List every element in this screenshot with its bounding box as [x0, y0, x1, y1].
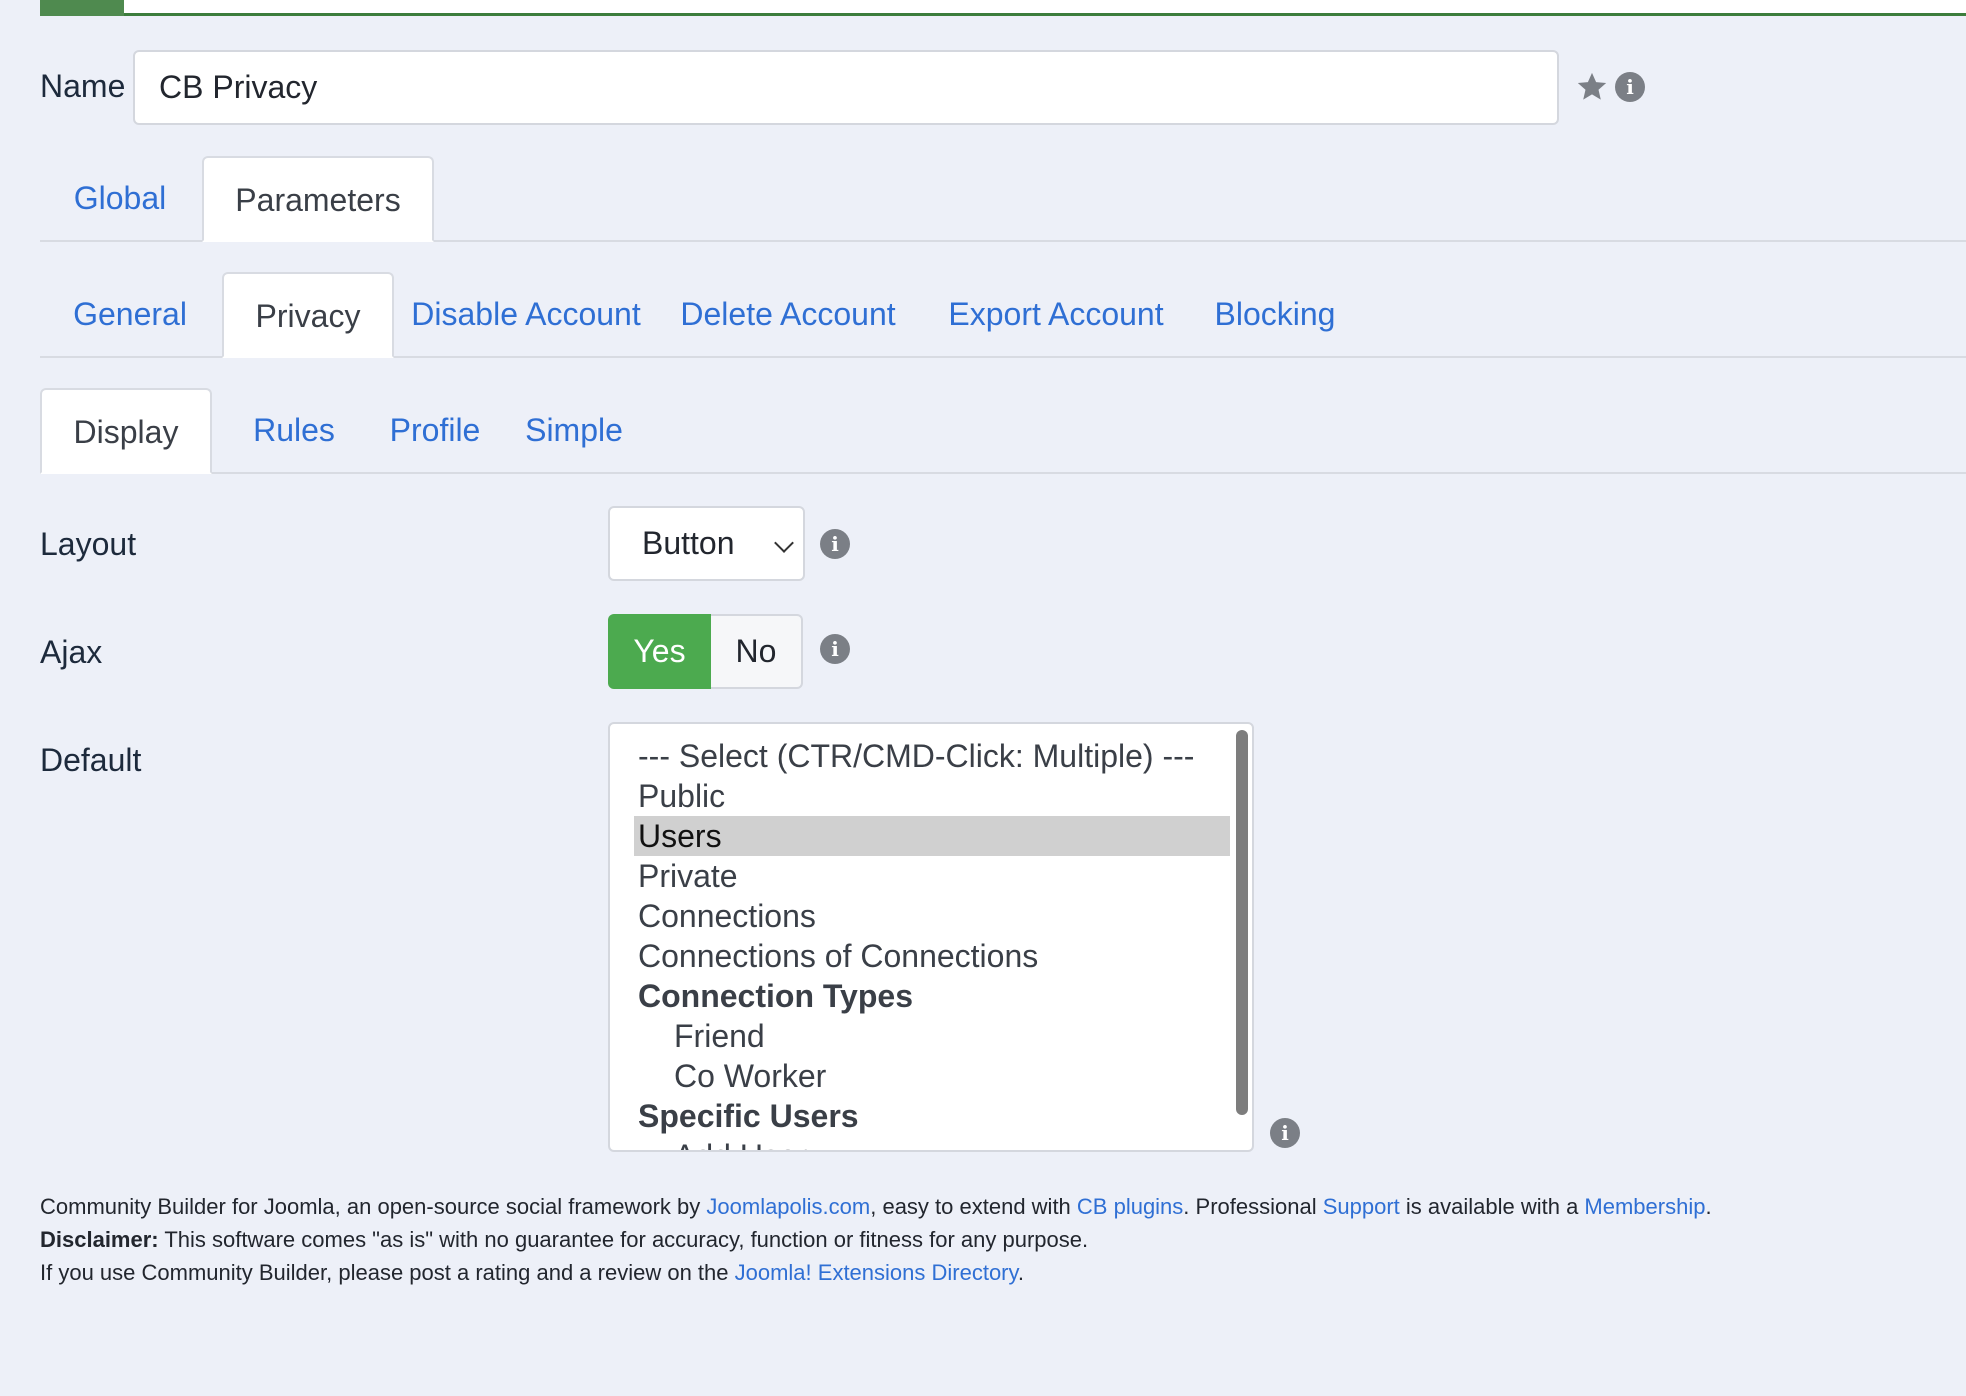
- tab-rules[interactable]: Rules: [236, 388, 352, 472]
- footer-line-2: Disclaimer: This software comes "as is" …: [40, 1223, 1712, 1256]
- list-option[interactable]: Public: [634, 776, 1230, 816]
- tab-general[interactable]: General: [40, 272, 220, 356]
- tab-privacy[interactable]: Privacy: [222, 272, 394, 358]
- list-option[interactable]: Connections: [634, 896, 1230, 936]
- layout-select-value: Button: [642, 525, 735, 561]
- name-input[interactable]: [133, 50, 1559, 125]
- star-icon[interactable]: [1575, 70, 1609, 104]
- list-optgroup: Specific Users: [638, 1098, 859, 1134]
- ajax-no-button[interactable]: No: [711, 614, 803, 689]
- name-info-icon[interactable]: i: [1615, 72, 1645, 102]
- footer-line-3: If you use Community Builder, please pos…: [40, 1256, 1712, 1289]
- disclaimer-label: Disclaimer:: [40, 1227, 159, 1252]
- tab-display[interactable]: Display: [40, 388, 212, 474]
- list-option[interactable]: Connections of Connections: [634, 936, 1230, 976]
- disclaimer-text: This software comes "as is" with no guar…: [158, 1227, 1089, 1252]
- tab-disable-account[interactable]: Disable Account: [402, 272, 650, 356]
- tab-export-account[interactable]: Export Account: [930, 272, 1182, 356]
- footer: Community Builder for Joomla, an open-so…: [40, 1190, 1712, 1289]
- footer-text: .: [1705, 1194, 1712, 1219]
- footer-line-1: Community Builder for Joomla, an open-so…: [40, 1190, 1712, 1223]
- layout-select[interactable]: Button: [608, 506, 805, 581]
- tab-global[interactable]: Global: [40, 156, 200, 240]
- footer-text: is available with a: [1399, 1194, 1585, 1219]
- footer-text: .: [1017, 1260, 1024, 1285]
- default-label: Default: [40, 742, 142, 778]
- tab-simple[interactable]: Simple: [506, 388, 642, 472]
- footer-text: Community Builder for Joomla, an open-so…: [40, 1194, 707, 1219]
- list-option[interactable]: Friend: [634, 1016, 1230, 1056]
- list-optgroup: Connection Types: [638, 978, 913, 1014]
- tab-profile[interactable]: Profile: [370, 388, 500, 472]
- footer-text: If you use Community Builder, please pos…: [40, 1260, 735, 1285]
- membership-link[interactable]: Membership: [1584, 1194, 1705, 1219]
- footer-text: . Professional: [1183, 1194, 1323, 1219]
- joomlapolis-link[interactable]: Joomlapolis.com: [706, 1194, 870, 1219]
- tab-parameters[interactable]: Parameters: [202, 156, 434, 242]
- listbox-scrollbar[interactable]: [1236, 730, 1248, 1115]
- layout-info-icon[interactable]: i: [820, 529, 850, 559]
- jed-link[interactable]: Joomla! Extensions Directory: [735, 1260, 1018, 1285]
- ajax-yes-button[interactable]: Yes: [608, 614, 711, 689]
- toolbar-active-block: [40, 0, 124, 16]
- cb-plugins-link[interactable]: CB plugins: [1077, 1194, 1183, 1219]
- list-option[interactable]: Co Worker: [634, 1056, 1230, 1096]
- ajax-info-icon[interactable]: i: [820, 634, 850, 664]
- name-label: Name: [40, 68, 126, 104]
- parameter-tabs: General Privacy Disable Account Delete A…: [40, 272, 1966, 358]
- support-link[interactable]: Support: [1323, 1194, 1400, 1219]
- top-toolbar: [40, 0, 1966, 16]
- privacy-tabs: Display Rules Profile Simple: [40, 388, 1966, 474]
- tab-blocking[interactable]: Blocking: [1200, 272, 1350, 356]
- tab-delete-account[interactable]: Delete Account: [668, 272, 908, 356]
- list-option-selected[interactable]: Users: [634, 816, 1230, 856]
- footer-text: , easy to extend with: [870, 1194, 1077, 1219]
- main-tabs: Global Parameters: [40, 156, 1966, 242]
- ajax-label: Ajax: [40, 634, 103, 670]
- default-info-icon[interactable]: i: [1270, 1118, 1300, 1148]
- list-option[interactable]: --- Select (CTR/CMD-Click: Multiple) ---: [634, 736, 1230, 776]
- list-option[interactable]: Private: [634, 856, 1230, 896]
- default-multiselect[interactable]: --- Select (CTR/CMD-Click: Multiple) ---…: [608, 722, 1254, 1152]
- list-option[interactable]: Add User: [634, 1136, 1230, 1150]
- chevron-down-icon: [774, 533, 794, 553]
- layout-label: Layout: [40, 526, 137, 562]
